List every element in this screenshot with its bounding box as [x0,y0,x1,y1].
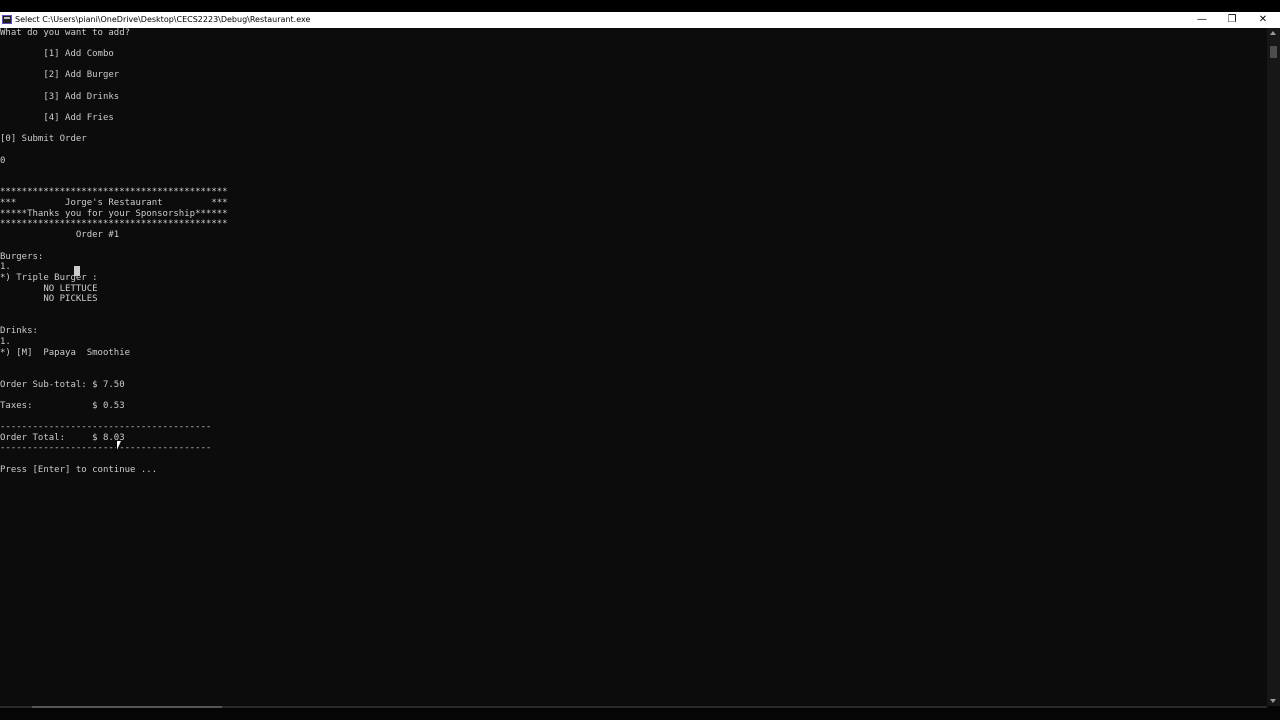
order-number: Order #1 [0,230,120,240]
receipt-border-bottom: ****************************************… [0,219,228,229]
menu-option-submit: [0] Submit Order [0,134,87,144]
scroll-down-arrow-icon[interactable] [1270,699,1276,703]
close-button[interactable]: ✕ [1248,12,1278,28]
horizontal-scrollbar[interactable] [0,706,1267,708]
minimize-button[interactable]: — [1187,12,1217,28]
menu-option-combo: [1] Add Combo [0,49,114,59]
window-frame-top [0,0,1280,12]
scroll-thumb[interactable] [1270,46,1277,58]
menu-option-fries: [4] Add Fries [0,113,114,123]
console-output[interactable]: What do you want to add? [1] Add Combo [… [0,28,1267,706]
burger-item: *) Triple Burger : [0,273,98,283]
drinks-heading: Drinks: [0,326,38,336]
text-selection-cursor [74,266,80,276]
window-title: Select C:\Users\piani\OneDrive\Desktop\C… [15,15,311,24]
horizontal-scroll-thumb[interactable] [32,706,222,708]
console-window: Select C:\Users\piani\OneDrive\Desktop\C… [0,0,1280,720]
vertical-scrollbar[interactable] [1267,28,1280,706]
mouse-pointer-icon [116,441,121,452]
receipt-restaurant-name: *** Jorge's Restaurant *** [0,198,228,208]
burger-index: 1. [0,262,11,272]
receipt-border-top: ****************************************… [0,187,228,197]
title-bar[interactable]: Select C:\Users\piani\OneDrive\Desktop\C… [0,12,1280,28]
scroll-up-arrow-icon[interactable] [1270,31,1276,35]
drink-index: 1. [0,337,11,347]
drink-item: *) [M] Papaya Smoothie [0,348,131,358]
menu-option-burger: [2] Add Burger [0,70,120,80]
continue-prompt: Press [Enter] to continue ... [0,465,158,475]
restore-button[interactable]: ❐ [1217,12,1247,28]
burger-option-pickles: NO PICKLES [0,294,98,304]
order-taxes: Taxes: $ 0.53 [0,401,125,411]
prompt-what-to-add: What do you want to add? [0,28,131,38]
order-subtotal: Order Sub-total: $ 7.50 [0,380,125,390]
console-app-icon[interactable] [2,15,12,24]
menu-option-drinks: [3] Add Drinks [0,92,120,102]
total-separator-bottom: --------------------------------------- [0,443,212,453]
window-bottom-edge [0,706,1280,720]
total-separator-top: --------------------------------------- [0,422,212,432]
user-input: 0 [0,156,6,166]
